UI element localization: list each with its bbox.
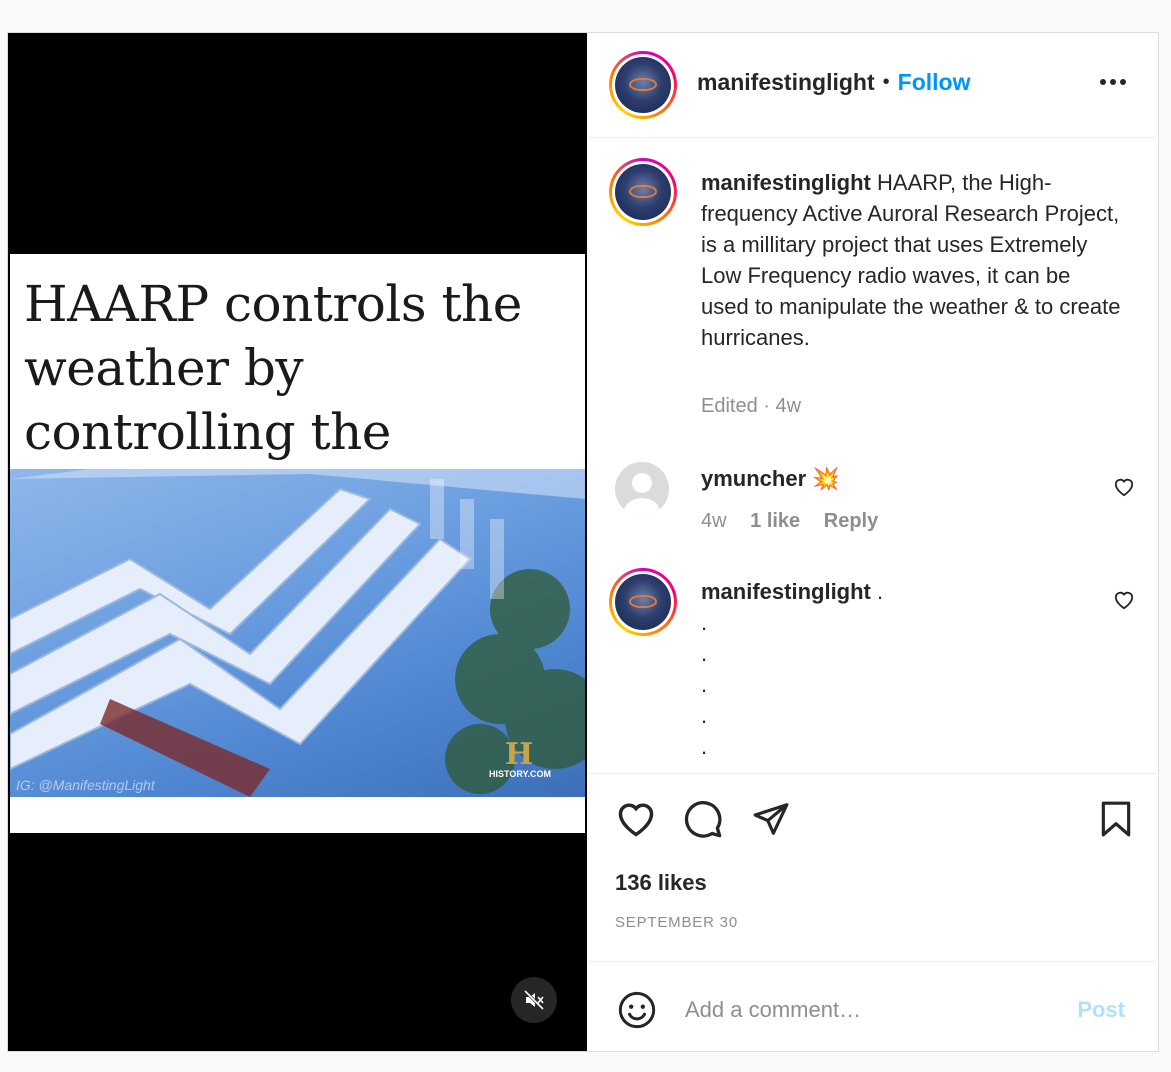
post-comment-button[interactable]: Post <box>1071 996 1131 1024</box>
comment-button[interactable] <box>683 799 723 844</box>
comment-1-meta: 4w 1 like Reply <box>701 510 878 533</box>
comment-username[interactable]: manifestinglight <box>701 579 871 604</box>
caption-username[interactable]: manifestinglight <box>701 170 871 195</box>
history-logo: H HISTORY.COM <box>489 737 552 780</box>
like-button[interactable] <box>615 800 657 843</box>
reply-button[interactable]: Reply <box>824 510 878 532</box>
post-media[interactable]: HAARP controls the weather by controllin… <box>8 33 587 1051</box>
comments-section[interactable]: manifestinglight HAARP, the High-frequen… <box>587 138 1159 773</box>
header-avatar[interactable] <box>609 51 677 119</box>
video-frame: HAARP controls the weather by controllin… <box>10 254 585 833</box>
comment-dot-line: . <box>701 762 1121 773</box>
post-actions: 136 likes SEPTEMBER 30 <box>587 773 1159 962</box>
history-logo-text: HISTORY.COM <box>489 769 552 779</box>
bookmark-icon <box>1101 801 1131 837</box>
post-date[interactable]: SEPTEMBER 30 <box>615 914 738 931</box>
save-button[interactable] <box>1099 800 1133 843</box>
video-scene: IG: @ManifestingLight H HISTORY.COM <box>10 469 585 797</box>
heart-outline-icon <box>1114 478 1134 497</box>
caption-text: HAARP, the High-frequency Active Auroral… <box>701 170 1121 350</box>
caption-meta: Edited · 4w <box>701 395 802 417</box>
comment-dot-line: . <box>701 703 708 728</box>
comment-dot-line: . <box>701 672 708 697</box>
smiley-icon <box>618 991 656 1029</box>
paper-plane-icon <box>753 803 789 835</box>
comment-username[interactable]: ymuncher <box>701 466 806 491</box>
caption-text-block: manifestinglight HAARP, the High-frequen… <box>701 167 1121 353</box>
default-avatar[interactable] <box>615 462 669 516</box>
share-button[interactable] <box>751 800 791 843</box>
header-username[interactable]: manifestinglight <box>697 69 875 96</box>
video-watermark: IG: @ManifestingLight <box>16 777 155 793</box>
comment-text: 💥 <box>812 466 840 491</box>
history-logo-letter: H <box>504 737 534 772</box>
comment-text: . <box>877 579 884 604</box>
more-options-button[interactable] <box>1099 73 1127 91</box>
comment-2: manifestinglight . . . . . . . <box>701 576 1121 773</box>
mute-button[interactable] <box>511 977 557 1023</box>
heart-outline-icon <box>1114 591 1134 610</box>
caption-edited: Edited <box>701 395 758 417</box>
comment-dot-line: . <box>701 734 708 759</box>
post-card: HAARP controls the weather by controllin… <box>7 32 1159 1052</box>
add-comment-bar: Post <box>587 961 1159 1052</box>
comment-icon <box>684 801 722 838</box>
avatar-image <box>615 574 671 630</box>
comment-dot-line: . <box>701 610 708 635</box>
comment-likes[interactable]: 1 like <box>750 510 800 532</box>
caption-avatar[interactable] <box>609 158 677 226</box>
post-header: manifestinglight • Follow <box>587 33 1159 138</box>
comment-1: ymuncher 💥 <box>701 463 1121 494</box>
speaker-muted-icon <box>523 989 545 1011</box>
comment-input[interactable] <box>683 992 1067 1028</box>
like-comment-button[interactable] <box>1113 477 1135 502</box>
header-separator: • <box>882 71 890 93</box>
like-comment-button[interactable] <box>1113 590 1135 615</box>
heart-icon <box>618 803 654 837</box>
caption-time[interactable]: 4w <box>776 395 802 417</box>
comment-2-avatar[interactable] <box>609 568 677 636</box>
comment-time[interactable]: 4w <box>701 510 727 532</box>
post-side-panel: manifestinglight • Follow manifestinglig… <box>587 33 1159 1051</box>
user-silhouette-icon <box>624 473 660 516</box>
emoji-button[interactable] <box>617 990 657 1035</box>
comment-dot-line: . <box>701 641 708 666</box>
likes-count[interactable]: 136 likes <box>615 870 707 896</box>
avatar-image <box>615 57 671 113</box>
avatar-image <box>615 164 671 220</box>
more-horizontal-icon <box>1100 79 1126 85</box>
follow-button[interactable]: Follow <box>898 69 971 96</box>
